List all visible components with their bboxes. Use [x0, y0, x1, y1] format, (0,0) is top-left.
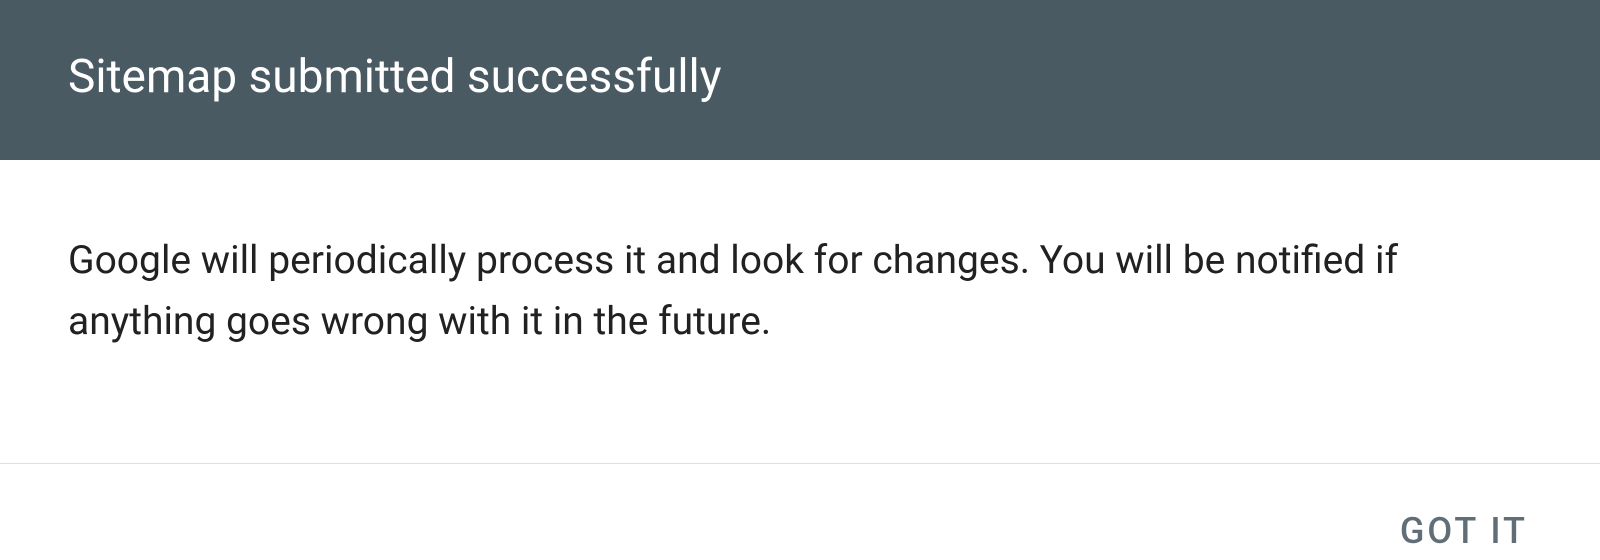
confirmation-dialog: Sitemap submitted successfully Google wi… [0, 0, 1600, 560]
dialog-header: Sitemap submitted successfully [0, 0, 1600, 160]
dialog-message: Google will periodically process it and … [68, 230, 1532, 351]
dialog-actions: GOT IT [0, 464, 1600, 560]
dialog-body: Google will periodically process it and … [0, 160, 1600, 463]
dialog-title: Sitemap submitted successfully [68, 50, 1532, 105]
got-it-button[interactable]: GOT IT [1388, 502, 1540, 560]
